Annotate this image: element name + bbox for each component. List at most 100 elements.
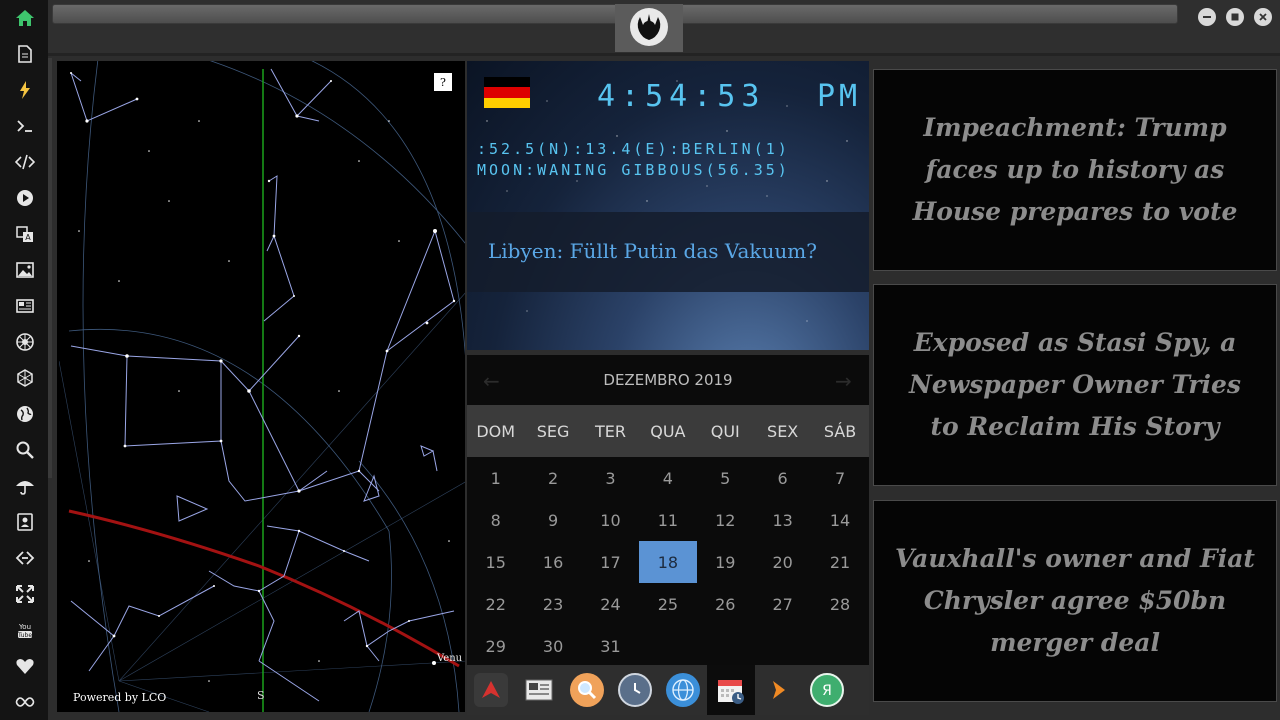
empire-icon[interactable] (12, 365, 38, 391)
calendar-day[interactable]: 21 (811, 541, 868, 583)
news-card[interactable]: Vauxhall's owner and Fiat Chrysler agree… (873, 500, 1277, 702)
image-icon[interactable] (12, 257, 38, 283)
weekday-label: QUI (710, 421, 740, 441)
calendar-day[interactable]: 13 (754, 499, 811, 541)
code-icon[interactable] (12, 149, 38, 175)
calendar-day[interactable]: 30 (524, 625, 581, 667)
clock-panel: 4:54:53 PM :52.5(N):13.4(E):BERLIN(1) MOO… (467, 61, 869, 350)
search-icon[interactable] (12, 437, 38, 463)
arrow-app-icon (474, 673, 508, 707)
dock-arrow-app[interactable] (467, 665, 515, 715)
calendar-day[interactable]: 4 (639, 457, 696, 499)
app-window: A You Tube ? Powered by LCO S Venu 4:54:… (0, 0, 1280, 720)
venus-label: Venu (437, 653, 463, 664)
contacts-icon[interactable] (12, 509, 38, 535)
link-icon[interactable] (12, 545, 38, 571)
logo-tab[interactable] (615, 4, 683, 52)
calendar-day[interactable]: 31 (582, 625, 639, 667)
dock-yandex-app[interactable]: Я (803, 665, 851, 715)
svg-text:You: You (18, 623, 31, 631)
calendar-day-today[interactable]: 18 (639, 541, 697, 583)
news-ticker[interactable]: Libyen: Füllt Putin das Vakuum? (467, 212, 869, 292)
calendar-day[interactable]: 11 (639, 499, 696, 541)
close-button[interactable] (1254, 8, 1272, 26)
youtube-icon[interactable]: You Tube (12, 617, 38, 643)
next-month-arrow-icon[interactable]: → (835, 369, 852, 393)
calendar-empty-cell (811, 625, 868, 667)
calendar-day[interactable]: 22 (467, 583, 524, 625)
calendar-day[interactable]: 2 (524, 457, 581, 499)
dock-clock-app[interactable] (611, 665, 659, 715)
calendar-day[interactable]: 24 (582, 583, 639, 625)
calendar-app-icon (714, 673, 748, 707)
calendar-day[interactable]: 16 (524, 541, 581, 583)
sidebar: A You Tube (0, 0, 48, 720)
document-icon[interactable] (12, 41, 38, 67)
dock-news-app[interactable] (515, 665, 563, 715)
rebel-icon[interactable] (12, 329, 38, 355)
calendar-day[interactable]: 1 (467, 457, 524, 499)
star-chart[interactable]: ? Powered by LCO S Venu (57, 61, 465, 712)
calendar-day[interactable]: 12 (697, 499, 754, 541)
dock-search-app[interactable] (563, 665, 611, 715)
help-button[interactable]: ? (434, 73, 452, 91)
maximize-button[interactable] (1226, 8, 1244, 26)
rebel-alliance-logo-icon (630, 8, 668, 46)
clock-ampm: PM (817, 79, 862, 114)
expand-icon[interactable] (12, 581, 38, 607)
ticker-headline[interactable]: Libyen: Füllt Putin das Vakuum? (488, 239, 817, 263)
minimize-button[interactable] (1198, 8, 1216, 26)
calendar-day[interactable]: 15 (467, 541, 524, 583)
calendar-day[interactable]: 8 (467, 499, 524, 541)
calendar-grid: 1 2 3 4 5 6 7 8 9 10 11 12 13 14 15 16 17 18 19 20 21 22 23 24 2… (467, 457, 869, 667)
news-card[interactable]: Impeachment: Trump faces up to history a… (873, 69, 1277, 271)
news-headline[interactable]: Exposed as Stasi Spy, a Newspaper Owner … (892, 322, 1258, 448)
close-icon (1259, 13, 1267, 21)
calendar-day[interactable]: 6 (754, 457, 811, 499)
calendar-day[interactable]: 10 (582, 499, 639, 541)
powered-by-label: Powered by LCO (73, 691, 167, 704)
sidebar-scrollbar[interactable] (48, 58, 52, 478)
calendar-day[interactable]: 20 (754, 541, 811, 583)
news-headline[interactable]: Impeachment: Trump faces up to history a… (892, 107, 1258, 233)
browser-app-icon (666, 673, 700, 707)
calendar-day[interactable]: 7 (811, 457, 868, 499)
minimize-icon (1203, 16, 1211, 18)
maximize-icon (1231, 13, 1239, 21)
calendar: ← DEZEMBRO 2019 → DOM SEG TER QUA QUI SEX SÁB … (467, 355, 869, 665)
terminal-icon[interactable] (12, 113, 38, 139)
calendar-day[interactable]: 17 (582, 541, 639, 583)
news-card[interactable]: Exposed as Stasi Spy, a Newspaper Owner … (873, 284, 1277, 486)
next-app-icon (762, 673, 796, 707)
calendar-day[interactable]: 14 (811, 499, 868, 541)
calendar-month: DEZEMBRO 2019 (603, 371, 733, 389)
globe-icon[interactable] (12, 401, 38, 427)
infinity-icon[interactable] (12, 689, 38, 715)
calendar-day[interactable]: 23 (524, 583, 581, 625)
calendar-day[interactable]: 28 (811, 583, 868, 625)
home-icon[interactable] (12, 5, 38, 31)
calendar-day[interactable]: 5 (697, 457, 754, 499)
weekday-label: DOM (476, 421, 516, 441)
umbrella-icon[interactable] (12, 473, 38, 499)
app-dock: Я (467, 665, 869, 715)
dock-next-app[interactable] (755, 665, 803, 715)
calendar-day[interactable]: 9 (524, 499, 581, 541)
calendar-day[interactable]: 19 (697, 541, 754, 583)
calendar-day[interactable]: 27 (754, 583, 811, 625)
calendar-day[interactable]: 26 (697, 583, 754, 625)
germany-flag-icon (484, 77, 530, 108)
dock-calendar-app[interactable] (707, 665, 755, 715)
calendar-week-row: 22 23 24 25 26 27 28 (467, 583, 869, 625)
dock-browser-app[interactable] (659, 665, 707, 715)
translate-icon[interactable]: A (12, 221, 38, 247)
weekday-label: SEX (767, 421, 799, 441)
play-icon[interactable] (12, 185, 38, 211)
calendar-day[interactable]: 3 (582, 457, 639, 499)
calendar-day[interactable]: 29 (467, 625, 524, 667)
lightning-icon[interactable] (12, 77, 38, 103)
calendar-day[interactable]: 25 (639, 583, 696, 625)
heart-icon[interactable] (12, 653, 38, 679)
news-headline[interactable]: Vauxhall's owner and Fiat Chrysler agree… (892, 538, 1258, 664)
newspaper-icon[interactable] (12, 293, 38, 319)
